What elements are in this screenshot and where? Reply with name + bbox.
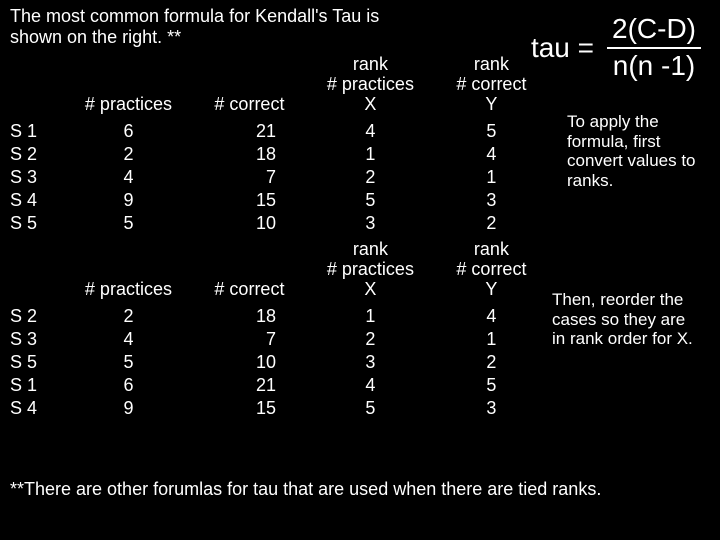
table-original: # practices # correct rank # practices X… xyxy=(6,55,546,235)
table-row: S 162145 xyxy=(6,374,546,397)
table-row: S 34721 xyxy=(6,166,546,189)
cell-correct: 21 xyxy=(195,374,304,397)
cell-correct: 10 xyxy=(195,212,304,235)
cell-rank-y: 2 xyxy=(437,212,546,235)
header-correct: # correct xyxy=(195,55,304,120)
table-row: S 491553 xyxy=(6,397,546,420)
cell-correct: 15 xyxy=(195,397,304,420)
cell-rank-x: 1 xyxy=(304,305,437,328)
cell-rank-y: 3 xyxy=(437,189,546,212)
cell-practices: 5 xyxy=(62,212,195,235)
table-row: S 162145 xyxy=(6,120,546,143)
cell-rank-y: 5 xyxy=(437,374,546,397)
row-label: S 5 xyxy=(6,351,62,374)
row-label: S 4 xyxy=(6,189,62,212)
row-label: S 1 xyxy=(6,120,62,143)
cell-rank-x: 5 xyxy=(304,189,437,212)
row-label: S 2 xyxy=(6,305,62,328)
cell-correct: 21 xyxy=(195,120,304,143)
cell-rank-x: 4 xyxy=(304,374,437,397)
slide: The most common formula for Kendall's Ta… xyxy=(0,0,720,540)
header-correct-2: # correct xyxy=(195,240,304,305)
table-2-body: S 221814S 34721S 551032S 162145S 491553 xyxy=(6,305,546,420)
cell-rank-y: 1 xyxy=(437,328,546,351)
cell-rank-y: 4 xyxy=(437,305,546,328)
header-rank-practices: rank # practices X xyxy=(304,55,437,120)
cell-rank-x: 5 xyxy=(304,397,437,420)
cell-practices: 2 xyxy=(62,143,195,166)
row-label: S 3 xyxy=(6,328,62,351)
row-label: S 2 xyxy=(6,143,62,166)
cell-rank-y: 2 xyxy=(437,351,546,374)
cell-rank-x: 3 xyxy=(304,351,437,374)
table-1-body: S 162145S 221814S 34721S 491553S 551032 xyxy=(6,120,546,235)
formula-fraction: 2(C-D) n(n -1) xyxy=(606,14,702,82)
row-label: S 1 xyxy=(6,374,62,397)
cell-correct: 18 xyxy=(195,305,304,328)
cell-practices: 4 xyxy=(62,166,195,189)
header-practices-2: # practices xyxy=(62,240,195,305)
footnote: **There are other forumlas for tau that … xyxy=(10,479,710,500)
step-2-text: Then, reorder the cases so they are in r… xyxy=(552,290,702,349)
row-label: S 4 xyxy=(6,397,62,420)
header-rank-practices-2: rank # practices X xyxy=(304,240,437,305)
table-row: S 34721 xyxy=(6,328,546,351)
cell-rank-x: 4 xyxy=(304,120,437,143)
cell-correct: 7 xyxy=(195,166,304,189)
cell-practices: 6 xyxy=(62,120,195,143)
cell-practices: 9 xyxy=(62,397,195,420)
row-label: S 5 xyxy=(6,212,62,235)
cell-practices: 5 xyxy=(62,351,195,374)
cell-rank-x: 3 xyxy=(304,212,437,235)
table-row: S 491553 xyxy=(6,189,546,212)
formula-denominator: n(n -1) xyxy=(607,47,701,82)
row-label: S 3 xyxy=(6,166,62,189)
cell-rank-x: 2 xyxy=(304,328,437,351)
cell-practices: 4 xyxy=(62,328,195,351)
header-rank-correct-2: rank # correct Y xyxy=(437,240,546,305)
cell-correct: 7 xyxy=(195,328,304,351)
header-rank-correct: rank # correct Y xyxy=(437,55,546,120)
formula-numerator: 2(C-D) xyxy=(606,14,702,47)
table-row: S 221814 xyxy=(6,143,546,166)
cell-rank-y: 5 xyxy=(437,120,546,143)
header-practices: # practices xyxy=(62,55,195,120)
step-1-text: To apply the formula, first convert valu… xyxy=(567,112,702,190)
cell-practices: 9 xyxy=(62,189,195,212)
table-reordered: # practices # correct rank # practices X… xyxy=(6,240,546,420)
table-row: S 551032 xyxy=(6,351,546,374)
cell-rank-y: 4 xyxy=(437,143,546,166)
cell-practices: 6 xyxy=(62,374,195,397)
cell-rank-y: 3 xyxy=(437,397,546,420)
table-row: S 551032 xyxy=(6,212,546,235)
cell-rank-x: 1 xyxy=(304,143,437,166)
cell-correct: 15 xyxy=(195,189,304,212)
cell-rank-x: 2 xyxy=(304,166,437,189)
table-row: S 221814 xyxy=(6,305,546,328)
cell-rank-y: 1 xyxy=(437,166,546,189)
cell-correct: 10 xyxy=(195,351,304,374)
cell-practices: 2 xyxy=(62,305,195,328)
intro-text: The most common formula for Kendall's Ta… xyxy=(10,6,390,47)
cell-correct: 18 xyxy=(195,143,304,166)
formula: tau = 2(C-D) n(n -1) xyxy=(531,14,702,82)
